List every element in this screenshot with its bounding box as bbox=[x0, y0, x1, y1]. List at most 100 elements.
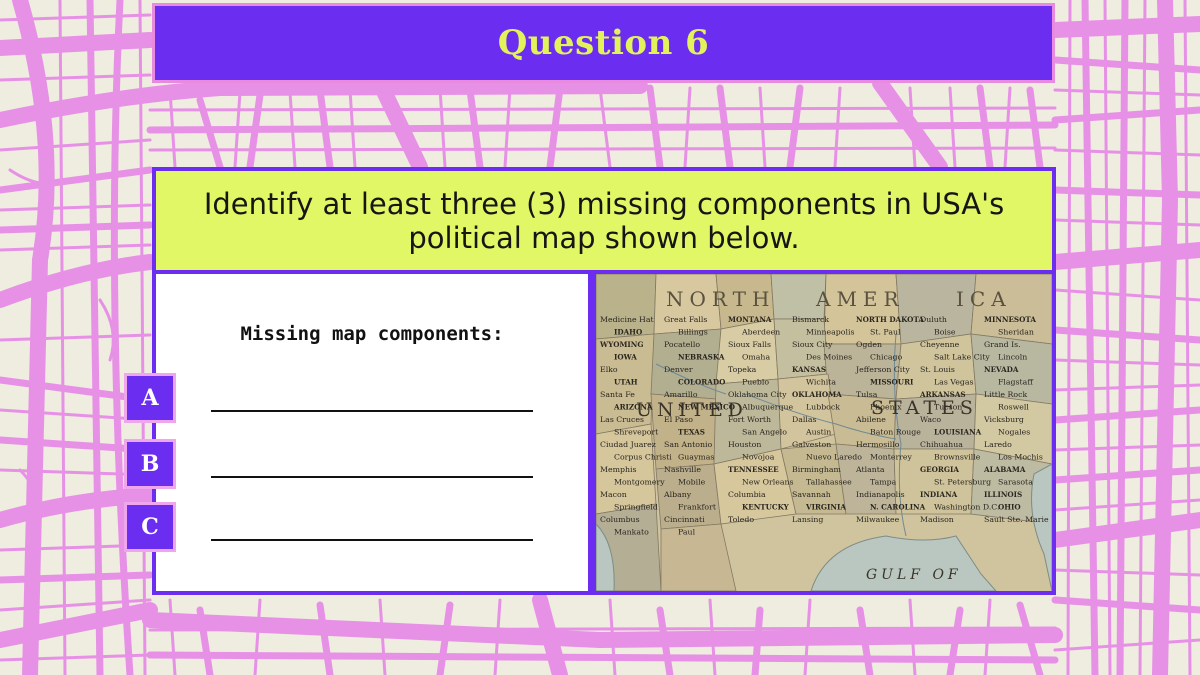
map-label: Denver bbox=[664, 365, 693, 374]
map-label: Los Mochis bbox=[998, 453, 1043, 462]
map-label: Chicago bbox=[870, 353, 902, 362]
map-label: N. CAROLINA bbox=[870, 503, 926, 512]
map-label: Sarasota bbox=[998, 478, 1033, 487]
map-label: Hermosillo bbox=[856, 440, 900, 449]
map-label: New Orleans bbox=[742, 478, 794, 487]
map-label: Austin bbox=[805, 428, 831, 437]
map-label: Ogden bbox=[856, 340, 882, 349]
map-label: San Angelo bbox=[742, 428, 787, 437]
map-label: Birmingham bbox=[792, 465, 842, 474]
map-label: Springfield bbox=[614, 503, 658, 512]
map-label: Corpus Christi bbox=[614, 453, 672, 462]
map-label: GEORGIA bbox=[920, 465, 959, 474]
map-label: Omaha bbox=[742, 353, 770, 362]
map-label: Monterrey bbox=[870, 453, 913, 462]
title-banner: Question 6 bbox=[152, 3, 1055, 83]
map-label: Mobile bbox=[678, 478, 706, 487]
map-label: Tampa bbox=[870, 478, 897, 487]
map-label: Mankato bbox=[614, 528, 649, 537]
option-letter-c: C bbox=[141, 514, 159, 540]
map-label: Columbus bbox=[600, 515, 640, 524]
answer-heading: Missing map components: bbox=[240, 323, 504, 345]
map-label: Memphis bbox=[600, 465, 637, 474]
map-label: Medicine Hat bbox=[600, 315, 655, 324]
map-label: Minneapolis bbox=[806, 328, 854, 337]
map-label: Des Moines bbox=[806, 353, 852, 362]
map-label: Jefferson City bbox=[855, 365, 910, 374]
map-label: Tulsa bbox=[856, 390, 878, 399]
map-label: Wichita bbox=[806, 378, 836, 387]
map-label: MINNESOTA bbox=[984, 315, 1036, 324]
map-label: ALABAMA bbox=[983, 465, 1026, 474]
map-label: KENTUCKY bbox=[742, 503, 790, 512]
map-label: Nogales bbox=[998, 428, 1030, 437]
map-label: Vicksburg bbox=[983, 415, 1024, 424]
answer-line-a[interactable] bbox=[211, 410, 533, 412]
map-label: IOWA bbox=[614, 353, 637, 362]
option-a-tab: A bbox=[124, 373, 176, 423]
map-label: Lansing bbox=[792, 515, 823, 524]
map-label: Atlanta bbox=[855, 465, 885, 474]
map-label: ICA bbox=[956, 287, 1012, 311]
usa-political-map: NORTH AMER ICA UNITED STATES GULF OF Medicine … bbox=[596, 274, 1052, 591]
map-label: Billings bbox=[678, 328, 708, 337]
map-label: Milwaukee bbox=[856, 515, 900, 524]
map-label: NEBRASKA bbox=[678, 353, 725, 362]
answer-line-c[interactable] bbox=[211, 539, 533, 541]
usa-map-image: NORTH AMER ICAUNITED STATESGULF OFMedicine … bbox=[596, 274, 1052, 591]
map-label: Albuquerque bbox=[741, 403, 794, 412]
question-box: Identify at least three (3) missing comp… bbox=[156, 171, 1052, 270]
map-label: Little Rock bbox=[984, 390, 1027, 399]
answer-line-b[interactable] bbox=[211, 476, 533, 478]
map-label: Houston bbox=[728, 440, 761, 449]
map-label: NORTH DAKOTA bbox=[856, 315, 924, 324]
map-label: Cincinnati bbox=[664, 515, 705, 524]
map-label: Aberdeen bbox=[741, 328, 780, 337]
map-label: Lubbock bbox=[806, 403, 840, 412]
option-b-tab: B bbox=[124, 439, 176, 489]
map-label: INDIANA bbox=[920, 490, 958, 499]
map-label: Pueblo bbox=[742, 378, 769, 387]
option-letter-b: B bbox=[140, 451, 160, 477]
map-label: Phoenix bbox=[870, 403, 902, 412]
map-label: Great Falls bbox=[664, 315, 707, 324]
map-label: NEVADA bbox=[984, 365, 1019, 374]
map-label: TENNESSEE bbox=[728, 465, 779, 474]
map-label: Nuevo Laredo bbox=[806, 453, 862, 462]
map-label: Topeka bbox=[728, 365, 757, 374]
map-label: AMER bbox=[815, 287, 905, 311]
map-label: Sheridan bbox=[998, 328, 1034, 337]
map-label: Madison bbox=[920, 515, 954, 524]
question-card: Identify at least three (3) missing comp… bbox=[152, 167, 1056, 595]
map-label: Fort Worth bbox=[728, 415, 771, 424]
map-label: Salt Lake City bbox=[934, 353, 990, 362]
map-label: Albany bbox=[663, 490, 692, 499]
map-label: IDAHO bbox=[614, 328, 642, 337]
map-label: Dallas bbox=[792, 415, 817, 424]
map-label: Laredo bbox=[984, 440, 1012, 449]
map-label: ARKANSAS bbox=[919, 390, 966, 399]
map-label: Galveston bbox=[792, 440, 831, 449]
map-label: Oklahoma City bbox=[728, 390, 787, 399]
map-label: Las Cruces bbox=[600, 415, 644, 424]
map-label: Sioux City bbox=[792, 340, 833, 349]
map-label: Lincoln bbox=[998, 353, 1027, 362]
map-label: El Paso bbox=[664, 415, 693, 424]
question-number-title: Question 6 bbox=[497, 23, 710, 63]
map-label: Bismarck bbox=[792, 315, 829, 324]
map-label: ARIZONA bbox=[613, 403, 653, 412]
map-label: Sioux Falls bbox=[728, 340, 771, 349]
map-label: Montgomery bbox=[614, 478, 665, 487]
map-label: Las Vegas bbox=[934, 378, 973, 387]
map-label: Boise bbox=[934, 328, 956, 337]
map-label: WYOMING bbox=[599, 340, 644, 349]
map-label: ILLINOIS bbox=[984, 490, 1022, 499]
map-label: St. Petersburg bbox=[934, 478, 991, 487]
map-label: UTAH bbox=[614, 378, 638, 387]
map-label: Sault Ste. Marie bbox=[984, 515, 1049, 524]
map-label: COLORADO bbox=[678, 378, 725, 387]
map-label: NEW MEXICO bbox=[678, 403, 735, 412]
map-label: Duluth bbox=[920, 315, 947, 324]
map-label: Tallahassee bbox=[806, 478, 852, 487]
map-label: Toledo bbox=[728, 515, 754, 524]
